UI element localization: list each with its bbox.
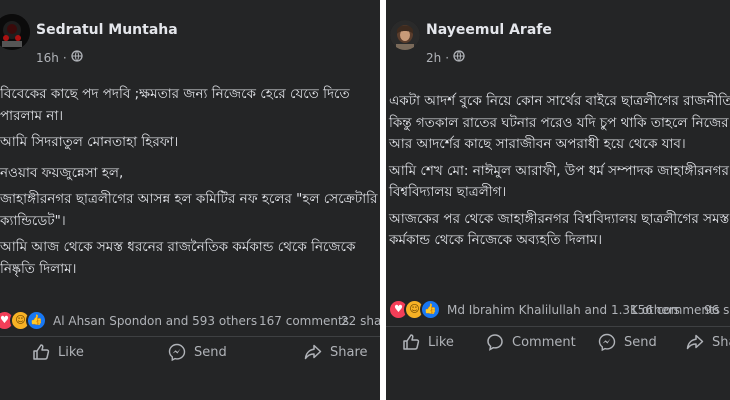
share-icon — [686, 334, 704, 350]
globe-icon — [453, 50, 465, 65]
messenger-icon — [168, 343, 186, 361]
comment-count[interactable]: 167 comments — [259, 314, 349, 328]
post-line: কর্মকান্ড থেকে নিজেকে অব্যহতি দিলাম। — [389, 232, 603, 248]
post-line: আমি শেখ মো: নাঈমুল আরাফী, উপ ধর্ম সম্পাদ… — [389, 162, 729, 179]
like-label: Like — [58, 344, 84, 360]
post-time[interactable]: 2h — [426, 51, 441, 65]
post-line: নিষ্কৃতি দিলাম। — [0, 260, 77, 277]
divider — [0, 336, 380, 337]
post-body: বিবেকের কাছে পদ পদবি ;ক্ষমতার জন্য নিজেক… — [0, 84, 377, 285]
share-label: Share — [712, 334, 730, 350]
share-count[interactable]: 96 sha — [704, 303, 730, 317]
comment-icon — [487, 334, 503, 351]
post-line: ক্যান্ডিডেট"। — [0, 212, 66, 229]
like-icon: 👍 — [420, 299, 441, 320]
thumb-up-icon — [403, 334, 420, 350]
reactions-bar: ♥ ☺ 👍 Md Ibrahim Khalilullah and 1.3K ot… — [386, 299, 730, 320]
post-line: আমি সিদরাতুল মোনতাহা হিরফা। — [0, 134, 179, 150]
like-icon: 👍 — [26, 310, 47, 331]
send-label: Send — [194, 344, 227, 360]
send-label: Send — [624, 334, 657, 350]
author-name[interactable]: Sedratul Muntaha — [36, 22, 178, 38]
share-label: Share — [330, 344, 368, 360]
post-card-nayeemul: Nayeemul Arafe 2h · একটা আদর্শ বুকে নিয়… — [386, 0, 730, 400]
avatar[interactable] — [390, 20, 420, 50]
reaction-icons[interactable]: ♥ ☺ 👍 — [388, 299, 441, 320]
divider — [386, 326, 730, 327]
post-card-sedratul: Sedratul Muntaha 16h · বিবেকের কাছে পদ প… — [0, 0, 380, 400]
post-line: বিশ্ববিদ্যালয় ছাত্রলীগ। — [389, 184, 507, 200]
send-button[interactable]: Send — [598, 333, 657, 351]
share-count[interactable]: 22 share — [341, 314, 380, 328]
post-line: পারলাম না। — [0, 107, 64, 124]
post-line: বিবেকের কাছে পদ পদবি ;ক্ষমতার জন্য নিজেক… — [0, 86, 350, 102]
reaction-icons[interactable]: ♥ ☺ 👍 — [0, 310, 47, 331]
post-line: আমি আজ থেকে সমস্ত ধরনের রাজনৈতিক কর্মকান… — [0, 239, 356, 255]
post-line: নওয়াব ফয়জুন্নেসা হল, — [0, 164, 124, 181]
post-line: কিন্তু গতকাল রাতের ঘটনার পরেও যদি চুপ থা… — [389, 114, 730, 131]
globe-icon — [71, 50, 83, 65]
post-body: একটা আদর্শ বুকে নিয়ে কোন সার্থের বাইরে … — [389, 91, 730, 257]
share-button[interactable]: Share — [686, 333, 730, 351]
comment-label: Comment — [512, 334, 576, 350]
post-line: জাহাঙ্গীরনগর ছাত্রলীগের আসন্ন হল কমিটির … — [0, 191, 378, 207]
share-button[interactable]: Share — [304, 343, 368, 361]
post-line: আর আদর্শের কাছে সারাজীবন অপরাধী হয়ে থেক… — [389, 136, 686, 152]
post-line: একটা আদর্শ বুকে নিয়ে কোন সার্থের বাইরে … — [389, 93, 730, 109]
reactions-bar: ♥ ☺ 👍 Al Ahsan Spondon and 593 others 16… — [0, 310, 380, 331]
post-meta: 16h · — [36, 50, 83, 65]
reaction-summary[interactable]: Al Ahsan Spondon and 593 others — [53, 314, 257, 328]
post-time[interactable]: 16h — [36, 51, 59, 65]
messenger-icon — [598, 333, 616, 351]
thumb-up-icon — [33, 344, 50, 360]
post-meta: 2h · — [426, 50, 465, 65]
send-button[interactable]: Send — [168, 343, 227, 361]
like-label: Like — [428, 334, 454, 350]
avatar[interactable] — [0, 14, 30, 50]
comment-button[interactable]: Comment — [486, 333, 576, 351]
like-button[interactable]: Like — [32, 343, 84, 361]
share-icon — [304, 344, 322, 360]
author-name[interactable]: Nayeemul Arafe — [426, 22, 552, 38]
like-button[interactable]: Like — [402, 333, 454, 351]
post-line: আজকের পর থেকে জাহাঙ্গীরনগর বিশ্ববিদ্যালয… — [389, 210, 730, 227]
